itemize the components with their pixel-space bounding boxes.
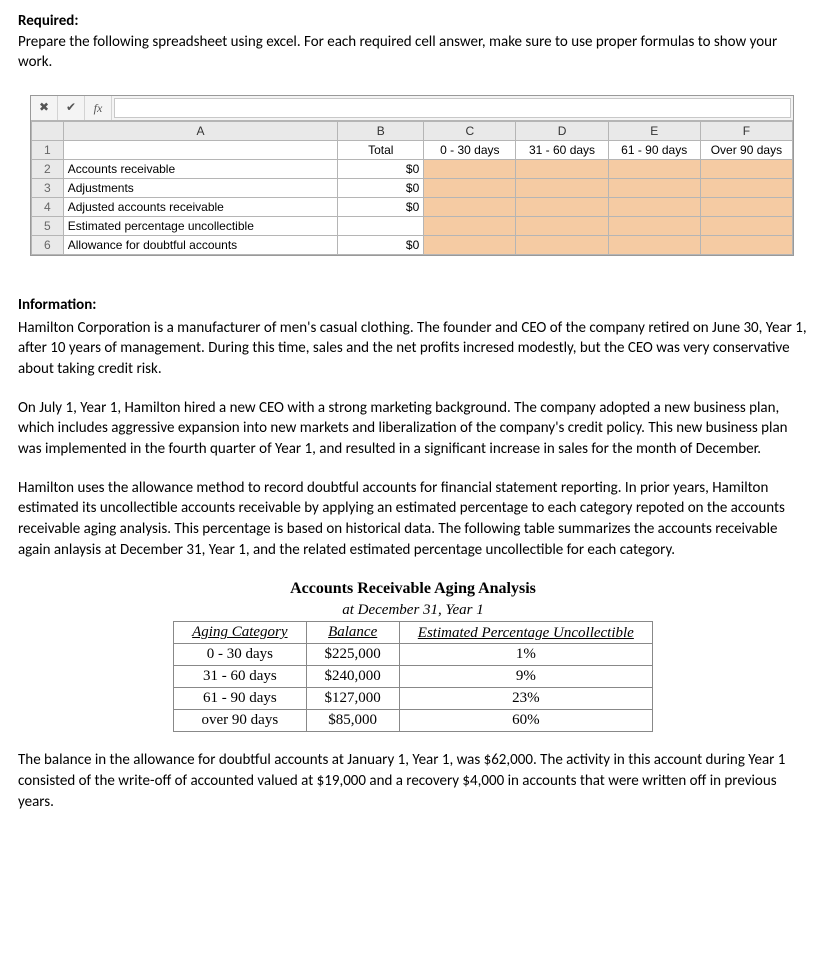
col-header-B[interactable]: B xyxy=(338,121,424,140)
cell-E5[interactable] xyxy=(608,216,700,235)
row-header-6[interactable]: 6 xyxy=(32,235,64,254)
cell-C3[interactable] xyxy=(424,178,516,197)
aging-bal: $127,000 xyxy=(306,688,399,710)
cell-F3[interactable] xyxy=(700,178,792,197)
cell-F1[interactable]: Over 90 days xyxy=(700,140,792,159)
aging-cat: 31 - 60 days xyxy=(174,666,306,688)
aging-bal: $225,000 xyxy=(306,644,399,666)
information-heading: Information: xyxy=(18,296,808,314)
aging-header-category: Aging Category xyxy=(174,622,306,644)
cancel-icon[interactable]: ✖ xyxy=(31,96,58,120)
spreadsheet: ✖ ✔ fx A B C D E F 1 Total 0 - 30 days 3… xyxy=(30,95,794,256)
aging-row: 61 - 90 days $127,000 23% xyxy=(174,688,653,710)
cell-D3[interactable] xyxy=(516,178,608,197)
info-paragraph-1: Hamilton Corporation is a manufacturer o… xyxy=(18,318,808,380)
aging-table: Accounts Receivable Aging Analysis at De… xyxy=(173,578,653,732)
cell-A6[interactable]: Allowance for doubtful accounts xyxy=(63,235,337,254)
cell-F4[interactable] xyxy=(700,197,792,216)
aging-header-balance: Balance xyxy=(306,622,399,644)
col-header-C[interactable]: C xyxy=(424,121,516,140)
aging-pct: 1% xyxy=(399,644,652,666)
required-text: Prepare the following spreadsheet using … xyxy=(18,32,808,73)
info-paragraph-3: Hamilton uses the allowance method to re… xyxy=(18,478,808,561)
cell-C6[interactable] xyxy=(424,235,516,254)
row-3: 3 Adjustments $0 xyxy=(32,178,793,197)
cell-A3[interactable]: Adjustments xyxy=(63,178,337,197)
select-all-corner[interactable] xyxy=(32,121,64,140)
cell-B2[interactable]: $0 xyxy=(338,159,424,178)
row-2: 2 Accounts receivable $0 xyxy=(32,159,793,178)
cell-C4[interactable] xyxy=(424,197,516,216)
row-header-5[interactable]: 5 xyxy=(32,216,64,235)
aging-cat: 0 - 30 days xyxy=(174,644,306,666)
cell-E1[interactable]: 61 - 90 days xyxy=(608,140,700,159)
formula-bar: ✖ ✔ fx xyxy=(31,96,793,121)
aging-header-row: Aging Category Balance Estimated Percent… xyxy=(174,622,653,644)
required-heading: Required: xyxy=(18,12,808,30)
info-paragraph-4: The balance in the allowance for doubtfu… xyxy=(18,750,808,812)
row-header-4[interactable]: 4 xyxy=(32,197,64,216)
col-header-A[interactable]: A xyxy=(63,121,337,140)
cell-F6[interactable] xyxy=(700,235,792,254)
aging-pct: 9% xyxy=(399,666,652,688)
cell-D5[interactable] xyxy=(516,216,608,235)
aging-pct: 23% xyxy=(399,688,652,710)
cell-D6[interactable] xyxy=(516,235,608,254)
cell-D2[interactable] xyxy=(516,159,608,178)
aging-pct: 60% xyxy=(399,710,652,732)
col-header-D[interactable]: D xyxy=(516,121,608,140)
fx-icon[interactable]: fx xyxy=(85,96,112,120)
cell-A2[interactable]: Accounts receivable xyxy=(63,159,337,178)
column-header-row: A B C D E F xyxy=(32,121,793,140)
cell-A4[interactable]: Adjusted accounts receivable xyxy=(63,197,337,216)
cell-C1[interactable]: 0 - 30 days xyxy=(424,140,516,159)
cell-C2[interactable] xyxy=(424,159,516,178)
cell-E3[interactable] xyxy=(608,178,700,197)
info-paragraph-2: On July 1, Year 1, Hamilton hired a new … xyxy=(18,398,808,460)
row-header-3[interactable]: 3 xyxy=(32,178,64,197)
row-header-2[interactable]: 2 xyxy=(32,159,64,178)
accept-icon[interactable]: ✔ xyxy=(58,96,85,120)
cell-A1[interactable] xyxy=(63,140,337,159)
grid: A B C D E F 1 Total 0 - 30 days 31 - 60 … xyxy=(31,121,793,255)
cell-E6[interactable] xyxy=(608,235,700,254)
cell-A5[interactable]: Estimated percentage uncollectible xyxy=(63,216,337,235)
cell-B5[interactable] xyxy=(338,216,424,235)
row-header-1[interactable]: 1 xyxy=(32,140,64,159)
aging-header-pct-text: Estimated Percentage Uncollectible xyxy=(418,625,634,641)
aging-header-pct: Estimated Percentage Uncollectible xyxy=(399,622,652,644)
aging-bal: $240,000 xyxy=(306,666,399,688)
row-4: 4 Adjusted accounts receivable $0 xyxy=(32,197,793,216)
aging-title: Accounts Receivable Aging Analysis xyxy=(174,578,653,600)
cell-B3[interactable]: $0 xyxy=(338,178,424,197)
cell-E4[interactable] xyxy=(608,197,700,216)
cell-D4[interactable] xyxy=(516,197,608,216)
aging-cat: over 90 days xyxy=(174,710,306,732)
aging-row: over 90 days $85,000 60% xyxy=(174,710,653,732)
cell-F5[interactable] xyxy=(700,216,792,235)
cell-B6[interactable]: $0 xyxy=(338,235,424,254)
cell-D1[interactable]: 31 - 60 days xyxy=(516,140,608,159)
col-header-F[interactable]: F xyxy=(700,121,792,140)
cell-E2[interactable] xyxy=(608,159,700,178)
aging-row: 0 - 30 days $225,000 1% xyxy=(174,644,653,666)
cell-B1[interactable]: Total xyxy=(338,140,424,159)
aging-row: 31 - 60 days $240,000 9% xyxy=(174,666,653,688)
aging-subtitle: at December 31, Year 1 xyxy=(174,600,653,622)
row-6: 6 Allowance for doubtful accounts $0 xyxy=(32,235,793,254)
aging-cat: 61 - 90 days xyxy=(174,688,306,710)
cell-B4[interactable]: $0 xyxy=(338,197,424,216)
cell-C5[interactable] xyxy=(424,216,516,235)
cell-F2[interactable] xyxy=(700,159,792,178)
aging-bal: $85,000 xyxy=(306,710,399,732)
col-header-E[interactable]: E xyxy=(608,121,700,140)
formula-input[interactable] xyxy=(114,98,791,118)
row-5: 5 Estimated percentage uncollectible xyxy=(32,216,793,235)
row-1: 1 Total 0 - 30 days 31 - 60 days 61 - 90… xyxy=(32,140,793,159)
